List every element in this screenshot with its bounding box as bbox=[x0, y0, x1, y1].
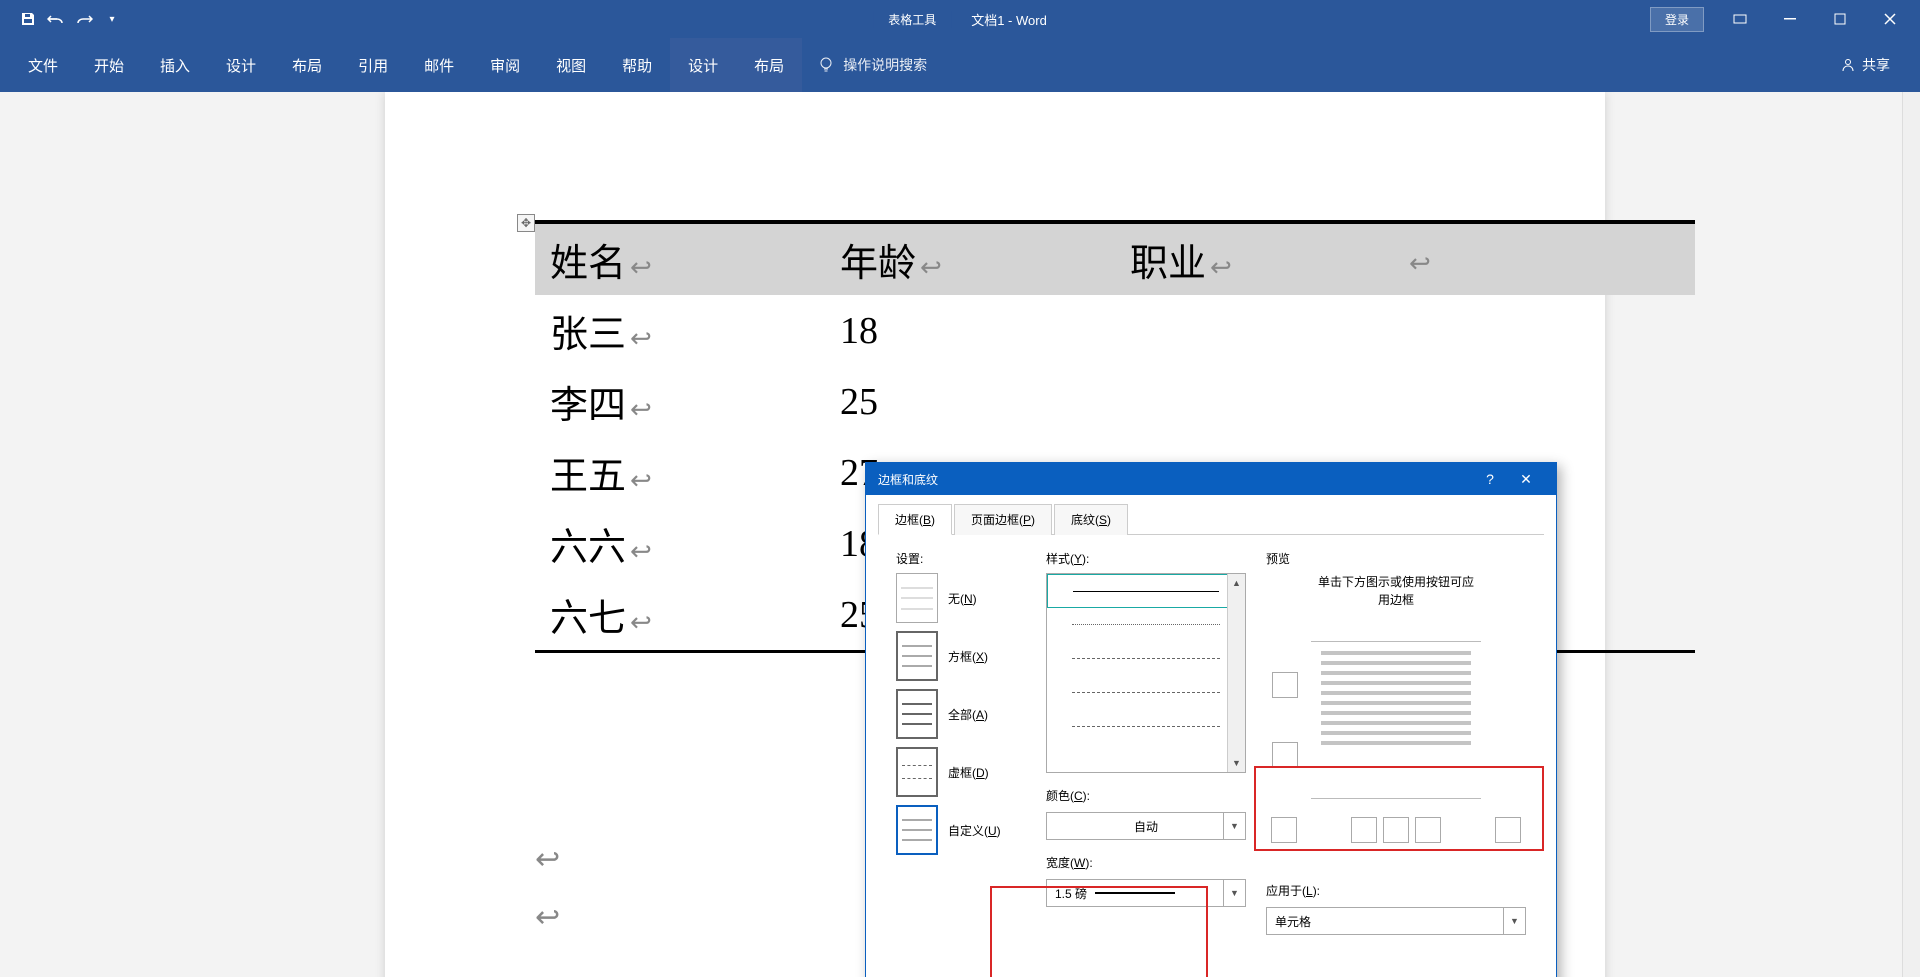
border-vmid-button[interactable] bbox=[1383, 817, 1409, 843]
style-item[interactable] bbox=[1047, 574, 1245, 608]
tab-home[interactable]: 开始 bbox=[76, 38, 142, 92]
tell-me-search[interactable]: 操作说明搜索 bbox=[817, 55, 927, 75]
ribbon-tabs: 文件 开始 插入 设计 布局 引用 邮件 审阅 视图 帮助 设计 布局 操作说明… bbox=[0, 38, 1920, 92]
redo-icon[interactable] bbox=[74, 9, 94, 29]
table-header: 职业 bbox=[1130, 243, 1206, 285]
paragraph-mark: ↩ bbox=[535, 900, 560, 935]
style-label: 样式(Y): bbox=[1046, 550, 1246, 567]
table-header-row[interactable]: 姓名↩ 年龄↩ 职业↩ ↩ bbox=[535, 222, 1695, 295]
width-dropdown[interactable]: 1.5 磅 ▼ bbox=[1046, 879, 1246, 907]
border-bottom-button[interactable] bbox=[1272, 742, 1298, 768]
style-item[interactable] bbox=[1047, 642, 1245, 676]
setting-none[interactable]: 无(N) bbox=[896, 573, 1026, 623]
share-button[interactable]: 共享 bbox=[1840, 55, 1920, 75]
chevron-down-icon: ▼ bbox=[1503, 908, 1525, 934]
settings-label: 设置: bbox=[896, 550, 1026, 567]
setting-all[interactable]: 全部(A) bbox=[896, 689, 1026, 739]
tab-references[interactable]: 引用 bbox=[340, 38, 406, 92]
tab-design[interactable]: 设计 bbox=[208, 38, 274, 92]
border-top-button[interactable] bbox=[1272, 672, 1298, 698]
login-button[interactable]: 登录 bbox=[1650, 7, 1704, 32]
table-move-handle[interactable]: ✥ bbox=[517, 214, 535, 232]
tab-file[interactable]: 文件 bbox=[10, 38, 76, 92]
tab-mailings[interactable]: 邮件 bbox=[406, 38, 472, 92]
scroll-up-icon[interactable]: ▲ bbox=[1228, 574, 1245, 592]
document-area: ✥ 姓名↩ 年龄↩ 职业↩ ↩ 张三↩18 李四↩25 王五↩27 六六↩18 … bbox=[0, 92, 1920, 977]
title-bar: ▾ 表格工具 文档1 - Word 登录 bbox=[0, 0, 1920, 38]
dialog-help-icon[interactable]: ? bbox=[1472, 463, 1508, 495]
border-diag2-button[interactable] bbox=[1495, 817, 1521, 843]
border-left-button[interactable] bbox=[1351, 817, 1377, 843]
dialog-title: 边框和底纹 bbox=[878, 471, 938, 488]
close-icon[interactable] bbox=[1866, 0, 1914, 38]
borders-shading-dialog: 边框和底纹 ? ✕ 边框(B) 页面边框(P) 底纹(S) 设置: 无(N) 方… bbox=[865, 462, 1557, 977]
tab-insert[interactable]: 插入 bbox=[142, 38, 208, 92]
chevron-down-icon: ▼ bbox=[1223, 813, 1245, 839]
vertical-scrollbar[interactable] bbox=[1902, 92, 1920, 977]
apply-to-value: 单元格 bbox=[1275, 913, 1311, 930]
width-label: 宽度(W): bbox=[1046, 854, 1246, 871]
style-item[interactable] bbox=[1047, 676, 1245, 710]
dialog-tabs: 边框(B) 页面边框(P) 底纹(S) bbox=[866, 495, 1556, 534]
ribbon-display-icon[interactable] bbox=[1716, 0, 1764, 38]
preview-label: 预览 bbox=[1266, 550, 1526, 567]
tab-table-layout[interactable]: 布局 bbox=[736, 38, 802, 92]
tab-view[interactable]: 视图 bbox=[538, 38, 604, 92]
dialog-titlebar[interactable]: 边框和底纹 ? ✕ bbox=[866, 463, 1556, 495]
setting-grid[interactable]: 虚框(D) bbox=[896, 747, 1026, 797]
tab-layout[interactable]: 布局 bbox=[274, 38, 340, 92]
paragraph-mark: ↩ bbox=[535, 842, 560, 877]
chevron-down-icon: ▼ bbox=[1223, 880, 1245, 906]
apply-label: 应用于(L): bbox=[1266, 882, 1526, 899]
setting-box[interactable]: 方框(X) bbox=[896, 631, 1026, 681]
tab-borders[interactable]: 边框(B) bbox=[878, 504, 952, 535]
preview-hint: 单击下方图示或使用按钮可应用边框 bbox=[1266, 573, 1526, 609]
maximize-icon[interactable] bbox=[1816, 0, 1864, 38]
style-item[interactable] bbox=[1047, 608, 1245, 642]
tab-shading[interactable]: 底纹(S) bbox=[1054, 504, 1128, 535]
style-item[interactable] bbox=[1047, 710, 1245, 744]
minimize-icon[interactable] bbox=[1766, 0, 1814, 38]
border-right-button[interactable] bbox=[1415, 817, 1441, 843]
undo-icon[interactable] bbox=[46, 9, 66, 29]
border-diag-button[interactable] bbox=[1271, 817, 1297, 843]
setting-custom[interactable]: 自定义(U) bbox=[896, 805, 1026, 855]
width-value: 1.5 磅 bbox=[1055, 885, 1087, 902]
tab-table-design[interactable]: 设计 bbox=[670, 38, 736, 92]
tab-help[interactable]: 帮助 bbox=[604, 38, 670, 92]
tab-review[interactable]: 审阅 bbox=[472, 38, 538, 92]
table-header: 年龄 bbox=[840, 243, 916, 285]
table-header: 姓名 bbox=[550, 243, 626, 285]
table-row[interactable]: 张三↩18 bbox=[535, 295, 1695, 366]
color-label: 颜色(C): bbox=[1046, 787, 1246, 804]
tell-me-label: 操作说明搜索 bbox=[843, 55, 927, 75]
context-tab-title: 表格工具 bbox=[873, 11, 951, 28]
preview-diagram[interactable] bbox=[1266, 627, 1526, 852]
document-title: 文档1 - Word bbox=[971, 10, 1047, 29]
save-icon[interactable] bbox=[18, 9, 38, 29]
color-dropdown[interactable]: 自动 ▼ bbox=[1046, 812, 1246, 840]
scroll-down-icon[interactable]: ▼ bbox=[1228, 754, 1245, 772]
quick-access-toolbar: ▾ bbox=[0, 9, 122, 29]
apply-to-dropdown[interactable]: 单元格 ▼ bbox=[1266, 907, 1526, 935]
share-label: 共享 bbox=[1862, 55, 1890, 75]
lightbulb-icon bbox=[817, 56, 835, 74]
share-icon bbox=[1840, 57, 1856, 73]
style-listbox[interactable]: ▲▼ bbox=[1046, 573, 1246, 773]
table-row[interactable]: 李四↩25 bbox=[535, 366, 1695, 437]
color-value: 自动 bbox=[1134, 818, 1158, 835]
qat-dropdown-icon[interactable]: ▾ bbox=[102, 9, 122, 29]
dialog-close-icon[interactable]: ✕ bbox=[1508, 463, 1544, 495]
tab-page-border[interactable]: 页面边框(P) bbox=[954, 504, 1052, 535]
